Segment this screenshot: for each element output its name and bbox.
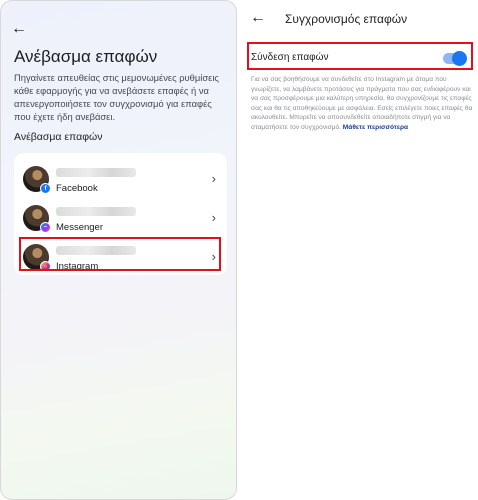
chevron-right-icon: ›	[211, 171, 216, 186]
instagram-icon: ○	[40, 261, 51, 272]
account-row-instagram[interactable]: ○ Instagram ›	[14, 239, 227, 277]
messenger-icon: ~	[40, 222, 51, 233]
account-row-facebook[interactable]: f Facebook ›	[14, 161, 227, 199]
sync-info-text: Για να σας βοηθήσουμε να συνδεθείτε στο …	[251, 75, 473, 132]
learn-more-link[interactable]: Μάθετε περισσότερα	[343, 124, 408, 131]
connect-contacts-toggle[interactable]	[443, 51, 467, 66]
sync-info-body: Για να σας βοηθήσουμε να συνδεθείτε στο …	[251, 76, 473, 131]
account-platform-label: Messenger	[56, 222, 103, 233]
facebook-icon: f	[40, 183, 51, 194]
blurred-account-name	[56, 168, 136, 177]
chevron-right-icon: ›	[211, 249, 216, 264]
blurred-account-name	[56, 246, 136, 255]
contact-upload-panel: ← Ανέβασμα επαφών Πηγαίνετε απευθείας στ…	[0, 0, 237, 500]
back-arrow-icon[interactable]: ←	[250, 10, 266, 26]
blurred-account-name	[56, 207, 136, 216]
page-title: Ανέβασμα επαφών	[14, 47, 158, 66]
section-title: Ανέβασμα επαφών	[14, 131, 103, 143]
account-platform-label: Instagram	[56, 261, 99, 272]
connect-contacts-label: Σύνδεση επαφών	[251, 52, 329, 63]
accounts-card: f Facebook › ~ Messenger › ○ Instagram ›	[14, 153, 227, 275]
page-description: Πηγαίνετε απευθείας στις μεμονωμένες ρυθ…	[14, 72, 219, 122]
page-title: Συγχρονισμός επαφών	[285, 12, 408, 26]
chevron-right-icon: ›	[211, 210, 216, 225]
back-arrow-icon[interactable]: ←	[11, 21, 27, 37]
account-row-messenger[interactable]: ~ Messenger ›	[14, 200, 227, 238]
account-platform-label: Facebook	[56, 183, 98, 194]
contact-sync-panel: ← Συγχρονισμός επαφών Σύνδεση επαφών Για…	[241, 0, 478, 500]
toggle-knob	[452, 51, 467, 66]
